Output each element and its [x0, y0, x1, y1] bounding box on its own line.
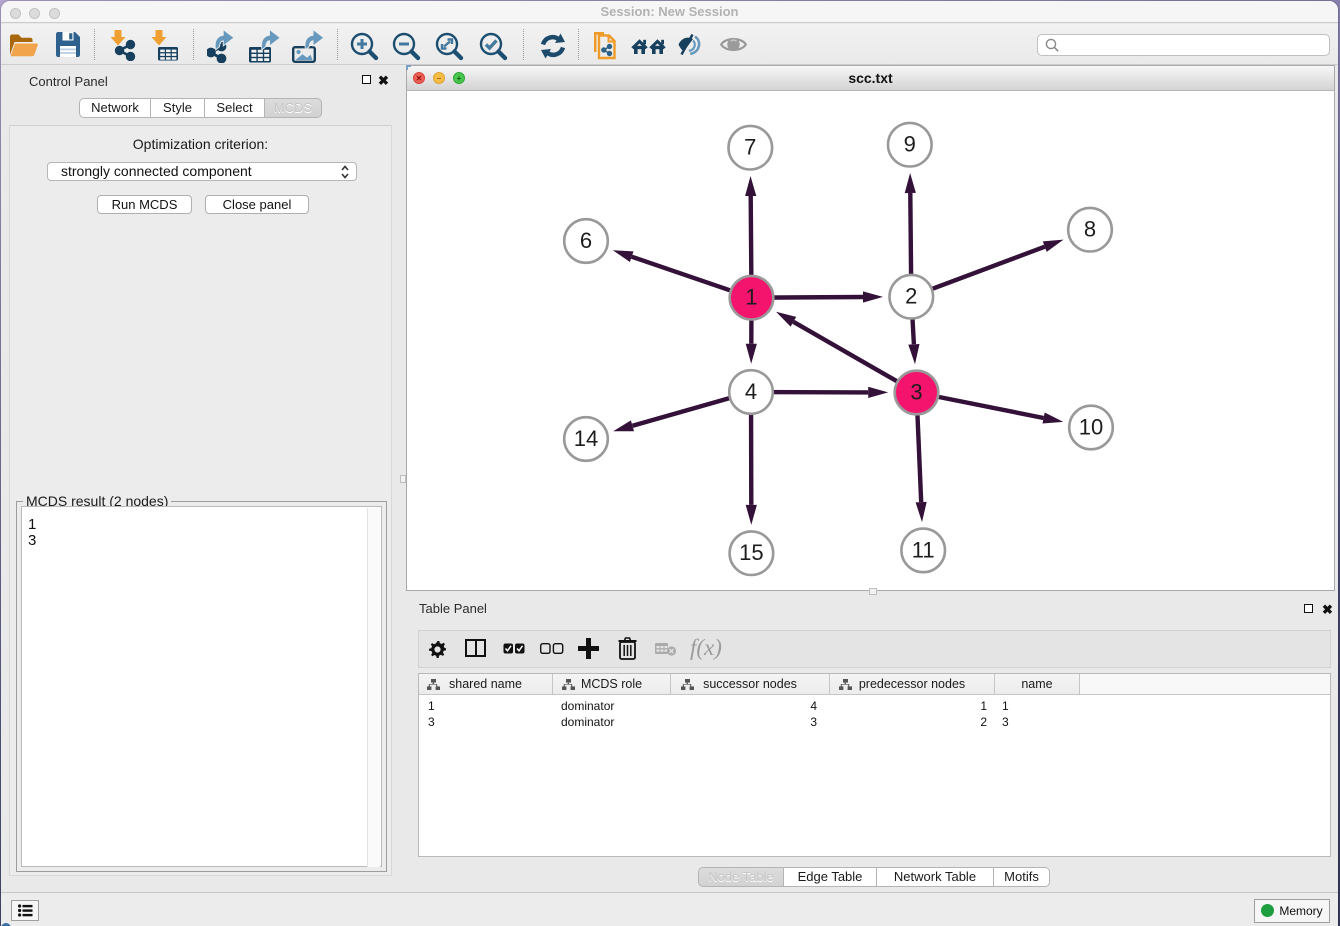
svg-text:1: 1: [745, 285, 757, 310]
svg-text:7: 7: [744, 135, 756, 160]
svg-text:6: 6: [580, 228, 592, 253]
svg-text:8: 8: [1084, 217, 1096, 242]
svg-text:2: 2: [905, 284, 917, 309]
svg-text:9: 9: [904, 132, 916, 157]
svg-text:3: 3: [910, 380, 922, 405]
svg-text:11: 11: [912, 537, 935, 562]
svg-text:10: 10: [1079, 415, 1103, 440]
svg-text:15: 15: [739, 540, 763, 565]
svg-text:14: 14: [574, 426, 598, 451]
svg-text:4: 4: [745, 379, 757, 404]
